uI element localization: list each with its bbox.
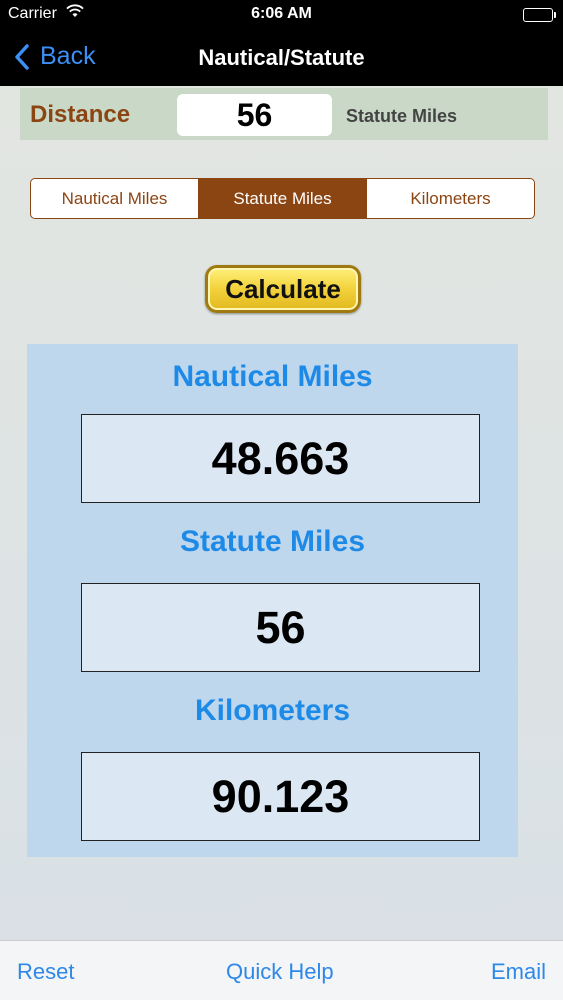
segment-kilometers[interactable]: Kilometers [366,179,534,218]
reset-button[interactable]: Reset [17,959,74,985]
results-panel: Nautical Miles 48.663 Statute Miles 56 K… [27,344,518,857]
statute-miles-value: 56 [81,583,480,672]
nautical-miles-label: Nautical Miles [172,360,373,393]
status-bar: Carrier 6:06 AM [0,0,563,30]
segment-nautical-miles[interactable]: Nautical Miles [31,179,198,218]
distance-unit-label: Statute Miles [346,106,458,126]
distance-row: Distance Statute Miles [20,88,548,140]
calculate-button[interactable]: Calculate [205,265,361,313]
kilometers-value: 90.123 [81,752,480,841]
email-button[interactable]: Email [491,959,546,985]
nautical-miles-value: 48.663 [81,414,480,503]
status-time: 6:06 AM [251,5,312,22]
unit-segmented-control: Nautical Miles Statute Miles Kilometers [30,178,535,219]
bottom-toolbar: Reset Quick Help Email [0,940,563,1000]
statute-miles-label: Statute Miles [179,525,366,558]
navigation-bar: Back Nautical/Statute [0,30,563,86]
distance-input[interactable] [177,94,332,136]
distance-label: Distance [30,101,131,128]
quick-help-button[interactable]: Quick Help [226,959,334,985]
kilometers-label: Kilometers [194,694,351,727]
segment-statute-miles[interactable]: Statute Miles [198,179,366,218]
page-title: Nautical/Statute [198,45,365,70]
battery-icon [523,8,556,22]
